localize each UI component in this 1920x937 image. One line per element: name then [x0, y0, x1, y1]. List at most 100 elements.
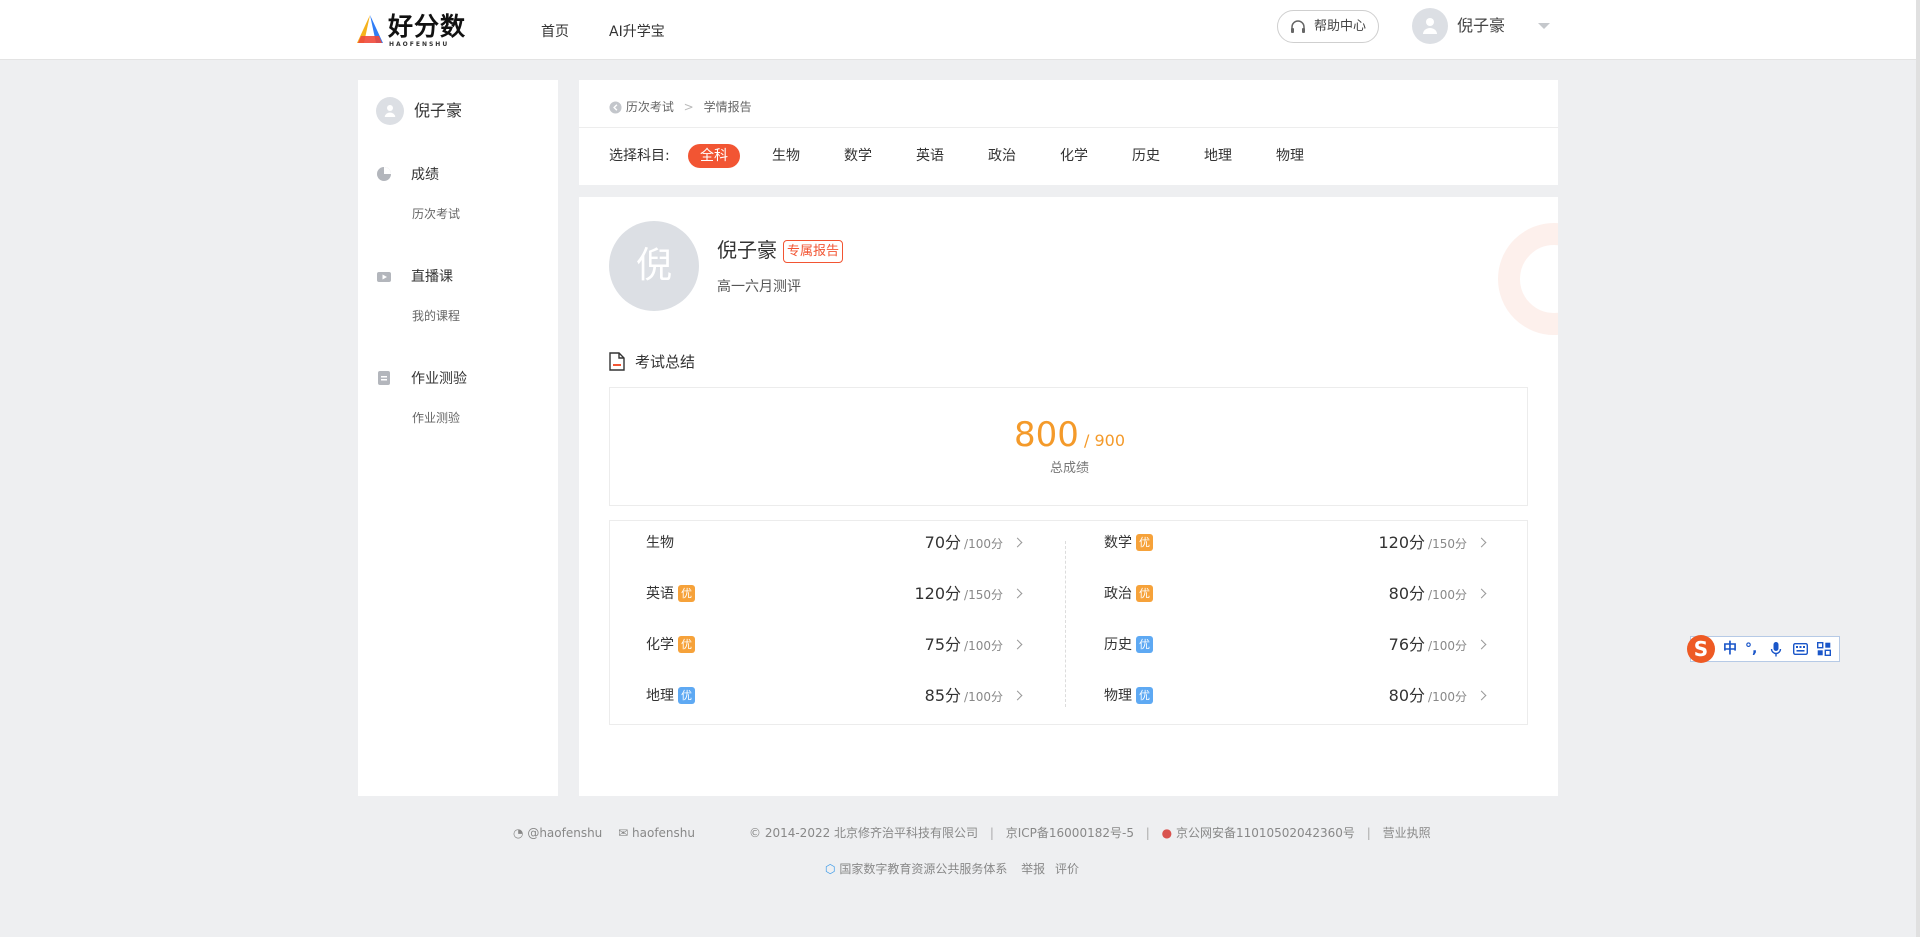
sidebar-avatar: [376, 97, 404, 125]
excellent-badge: 优: [1136, 585, 1153, 602]
total-score-full: / 900: [1083, 431, 1125, 450]
subject-score: 80分/100分: [1389, 582, 1467, 607]
subject-score-row[interactable]: 化学优 75分/100分: [646, 629, 1023, 659]
subject-name-text: 数学: [1104, 535, 1132, 551]
filter-label: 选择科目:: [609, 148, 670, 164]
subject-score-value: 75分: [924, 635, 962, 654]
subject-name: 数学优: [1104, 533, 1153, 553]
student-avatar: 倪: [609, 221, 699, 311]
subject-tab-english[interactable]: 英语: [916, 144, 944, 168]
sidebar-section-homework[interactable]: 作业测验: [411, 369, 467, 389]
subject-score-row[interactable]: 生物 70分/100分: [646, 527, 1023, 557]
total-score-value: 800: [1013, 415, 1079, 455]
total-score-card: 800 / 900 总成绩: [609, 387, 1528, 506]
subject-name: 化学优: [646, 635, 695, 655]
excellent-badge: 优: [678, 636, 695, 653]
headset-icon: [1291, 20, 1305, 33]
breadcrumb-separator: >: [683, 100, 694, 114]
chevron-right-icon[interactable]: [1476, 588, 1487, 599]
nav-ai-advisor[interactable]: AI升学宝: [609, 22, 665, 42]
excellent-badge: 优: [1136, 636, 1153, 653]
excellent-badge: 优: [678, 585, 695, 602]
exclusive-report-badge: 专属报告: [783, 240, 844, 263]
subject-score-full: /100分: [964, 690, 1003, 704]
chevron-right-icon[interactable]: [1476, 537, 1487, 548]
chevron-right-icon[interactable]: [1476, 690, 1487, 701]
logo[interactable]: 好分数 HAOFENSHU: [356, 13, 476, 48]
chevron-right-icon[interactable]: [1012, 588, 1023, 599]
back-arrow-icon[interactable]: [609, 101, 622, 114]
chevron-down-icon[interactable]: [1538, 23, 1550, 29]
footer-wechat[interactable]: haofenshu: [632, 826, 695, 840]
subject-tab-biology[interactable]: 生物: [772, 144, 800, 168]
top-bar: 好分数 HAOFENSHU 首页 AI升学宝 帮助中心 倪子豪: [0, 0, 1916, 60]
pie-chart-icon: [377, 167, 391, 181]
keyboard-icon[interactable]: [1793, 643, 1808, 655]
total-score: 800 / 900: [610, 415, 1529, 461]
subject-score-row[interactable]: 物理优 80分/100分: [1104, 680, 1487, 710]
user-icon: [1423, 18, 1437, 34]
footer-legal: © 2014-2022 北京修齐治平科技有限公司 | 京ICP备16000182…: [749, 824, 1431, 842]
chevron-right-icon[interactable]: [1012, 690, 1023, 701]
subject-score-full: /100分: [1428, 588, 1467, 602]
footer-links: ⬡ 国家数字教育资源公共服务体系 举报 评价: [825, 860, 1079, 878]
mic-icon[interactable]: [1770, 641, 1782, 658]
chevron-right-icon[interactable]: [1476, 639, 1487, 650]
document-icon: [378, 371, 390, 385]
subject-score-value: 85分: [924, 686, 962, 705]
footer-icp[interactable]: 京ICP备16000182号-5: [1006, 826, 1134, 840]
help-center-button[interactable]: 帮助中心: [1277, 10, 1379, 43]
subject-score-row[interactable]: 地理优 85分/100分: [646, 680, 1023, 710]
subject-name-text: 物理: [1104, 688, 1132, 704]
footer-license[interactable]: 营业执照: [1383, 826, 1431, 840]
footer-police[interactable]: 京公网安备11010502042360号: [1176, 826, 1355, 840]
subject-tab-all[interactable]: 全科: [688, 144, 740, 168]
page-scrollbar[interactable]: [1916, 0, 1920, 937]
nav-home[interactable]: 首页: [541, 22, 569, 42]
footer-report[interactable]: 举报: [1021, 862, 1045, 876]
sidebar: 倪子豪 成绩 历次考试 直播课 我的课程 作业测验 作业测验: [358, 80, 558, 796]
subject-score-grid: 生物 70分/100分 数学优 120分/150分 英语优 120分/150分 政治优 80分…: [609, 520, 1528, 725]
subject-score-full: /100分: [964, 537, 1003, 551]
subject-score-row[interactable]: 英语优 120分/150分: [646, 578, 1023, 608]
user-avatar[interactable]: [1412, 8, 1448, 44]
footer-platform[interactable]: 国家数字教育资源公共服务体系: [839, 862, 1007, 876]
subject-tab-politics[interactable]: 政治: [988, 144, 1016, 168]
sidebar-user-name: 倪子豪: [414, 101, 463, 120]
subject-tab-geography[interactable]: 地理: [1204, 144, 1232, 168]
breadcrumb-exam-history[interactable]: 历次考试: [626, 100, 674, 114]
subject-tab-history[interactable]: 历史: [1132, 144, 1160, 168]
subject-name: 历史优: [1104, 635, 1153, 655]
ime-logo[interactable]: S: [1687, 635, 1715, 663]
ime-mode-chinese[interactable]: 中: [1723, 640, 1737, 658]
subject-tab-physics[interactable]: 物理: [1276, 144, 1304, 168]
subject-name-text: 政治: [1104, 586, 1132, 602]
ime-punctuation[interactable]: °,: [1745, 640, 1757, 658]
footer-weibo[interactable]: @haofenshu: [527, 826, 602, 840]
header-user-name[interactable]: 倪子豪: [1457, 16, 1505, 36]
sidebar-item-homework[interactable]: 作业测验: [412, 409, 460, 427]
footer-separator: |: [989, 826, 994, 840]
subject-score-full: /100分: [1428, 639, 1467, 653]
sidebar-item-my-courses[interactable]: 我的课程: [412, 307, 460, 325]
subject-tab-chemistry[interactable]: 化学: [1060, 144, 1088, 168]
subject-score-full: /150分: [1428, 537, 1467, 551]
sidebar-section-scores[interactable]: 成绩: [411, 165, 439, 185]
chevron-right-icon[interactable]: [1012, 639, 1023, 650]
chevron-right-icon[interactable]: [1012, 537, 1023, 548]
sidebar-item-exam-history[interactable]: 历次考试: [412, 205, 460, 223]
subject-tab-math[interactable]: 数学: [844, 144, 872, 168]
subject-filter-panel: 历次考试 > 学情报告 选择科目: 全科 生物 数学 英语 政治 化学 历史 地…: [579, 80, 1558, 185]
grid-icon[interactable]: [1817, 642, 1831, 656]
footer-review[interactable]: 评价: [1055, 862, 1079, 876]
subject-score-row[interactable]: 历史优 76分/100分: [1104, 629, 1487, 659]
logo-subtitle: HAOFENSHU: [389, 41, 450, 48]
footer-separator: |: [1145, 826, 1150, 840]
student-name: 倪子豪: [717, 238, 777, 262]
wechat-icon: ✉: [618, 826, 629, 840]
subject-score: 80分/100分: [1389, 684, 1467, 709]
sidebar-section-live[interactable]: 直播课: [411, 267, 453, 287]
subject-score-row[interactable]: 数学优 120分/150分: [1104, 527, 1487, 557]
summary-title: 考试总结: [635, 353, 696, 371]
subject-score-row[interactable]: 政治优 80分/100分: [1104, 578, 1487, 608]
